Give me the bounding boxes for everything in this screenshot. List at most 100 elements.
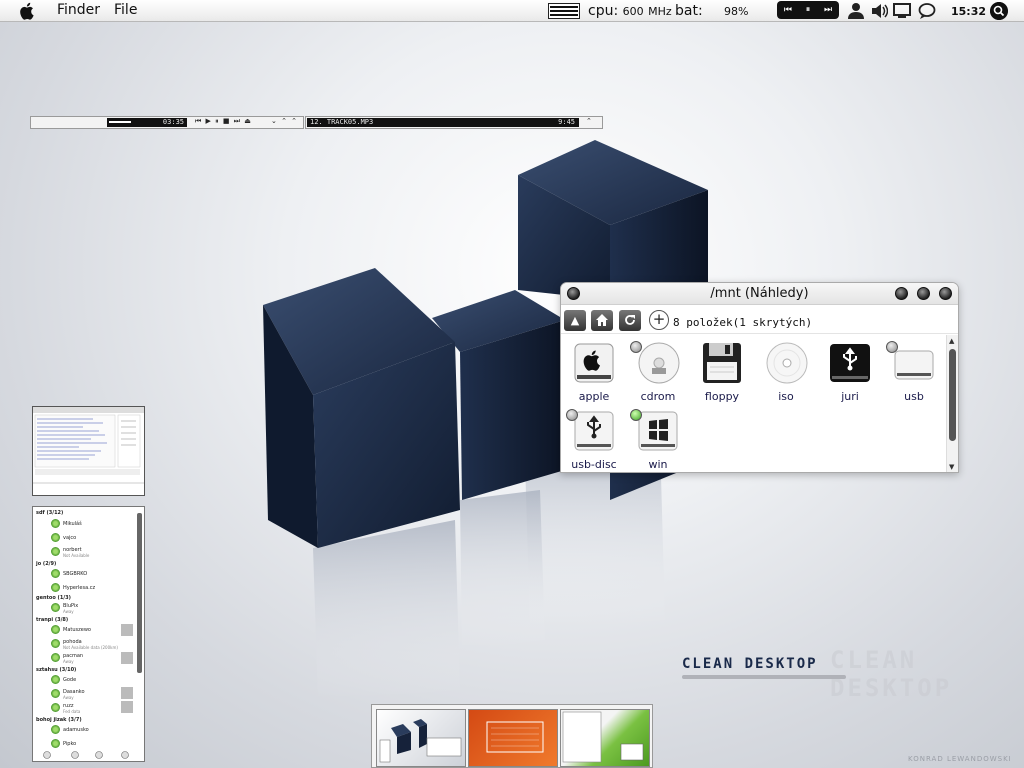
contact-name[interactable]: adamusko: [63, 727, 89, 733]
brand-watermark: CLEAN DESKTOP: [830, 646, 953, 702]
file-item-floppy[interactable]: floppy: [691, 339, 751, 405]
status-away-icon: [51, 703, 60, 712]
contact-name[interactable]: SBGBRKO: [63, 571, 87, 577]
workspace-3[interactable]: [560, 709, 650, 767]
contact-name[interactable]: Mikuláš: [63, 521, 82, 527]
group-header[interactable]: sztahsu (3/10): [36, 667, 76, 673]
group-header[interactable]: sdf (3/12): [36, 510, 63, 516]
reload-icon: [625, 315, 635, 325]
file-item-usb-disc[interactable]: usb-disc: [563, 407, 623, 472]
item-count: 8 položek(1 skrytých): [673, 316, 813, 329]
status-online-icon: [51, 547, 60, 556]
info-icon[interactable]: [71, 751, 79, 759]
file-label-floppy: floppy: [704, 390, 740, 403]
volume-icon[interactable]: [870, 2, 888, 20]
file-item-cdrom[interactable]: cdrom: [627, 339, 687, 405]
file-label-apple: apple: [578, 390, 610, 403]
clock[interactable]: 15:32: [951, 5, 986, 18]
player-controls[interactable]: ⏮ ▶ ⏸ ■ ⏭ ⏏: [195, 117, 252, 126]
file-label-usb-disc: usb-disc: [571, 458, 617, 471]
user-icon[interactable]: [847, 2, 865, 20]
cpu-unit: MHz: [648, 5, 672, 18]
file-grid: apple cdrom floppy iso juri usb usb-disc…: [561, 335, 946, 472]
status-online-icon: [51, 583, 60, 592]
contact-status: Away: [63, 659, 74, 664]
file-item-iso[interactable]: iso: [755, 339, 815, 405]
player-window-arrows[interactable]: ⌄ ⌃ ⌃: [271, 117, 298, 125]
player-time: 03:35: [162, 118, 184, 126]
add-button[interactable]: +: [649, 310, 669, 330]
status-online-icon: [51, 625, 60, 634]
file-label-usb: usb: [904, 390, 924, 403]
group-count: (3/12): [46, 510, 64, 516]
cpu-monitor: cpu: 600 MHz: [588, 3, 672, 19]
settings-icon[interactable]: [95, 751, 103, 759]
status-online-icon: [51, 739, 60, 748]
reload-button[interactable]: [619, 310, 641, 331]
close-button[interactable]: [939, 287, 952, 300]
workspace-1-preview: [379, 719, 462, 763]
workspace-2[interactable]: [468, 709, 558, 767]
status-away-icon: [51, 653, 60, 662]
pause-button[interactable]: ⏸: [806, 5, 811, 15]
next-track-button[interactable]: ⏭: [824, 5, 832, 15]
group-header[interactable]: bohoj jizak (3/7): [36, 717, 82, 723]
avatar: [121, 701, 133, 713]
contact-name[interactable]: vajco: [63, 535, 76, 541]
chat-icon[interactable]: [43, 751, 51, 759]
window-titlebar[interactable]: /mnt (Náhledy): [561, 283, 958, 305]
avatar: [121, 624, 133, 636]
contact-list-window: sdf (3/12) Mikuláš vajco norbert Not Ava…: [32, 506, 145, 762]
group-header[interactable]: gentoo (1/3): [36, 595, 71, 601]
editor-window-thumbnail[interactable]: [32, 406, 145, 496]
home-button[interactable]: [591, 310, 613, 331]
minimize-button[interactable]: [895, 287, 908, 300]
previous-track-button[interactable]: ⏮: [784, 5, 792, 15]
file-item-win[interactable]: win: [627, 407, 687, 472]
file-label-iso: iso: [778, 390, 794, 403]
file-item-apple[interactable]: apple: [563, 339, 623, 405]
mount-led-usb-disc: [566, 409, 578, 421]
scroll-down-arrow[interactable]: ▼: [949, 463, 954, 471]
chat-icon[interactable]: [918, 2, 936, 20]
menu-finder[interactable]: Finder: [57, 2, 100, 18]
status-online-icon: [51, 639, 60, 648]
apple-logo-icon[interactable]: [20, 2, 36, 20]
group-header[interactable]: jo (2/9): [36, 561, 56, 567]
contact-name[interactable]: Matuszewo: [63, 627, 91, 633]
up-button[interactable]: ▲: [564, 310, 586, 331]
menu-file[interactable]: File: [114, 2, 137, 18]
display-icon[interactable]: [893, 2, 911, 20]
file-item-usb[interactable]: usb: [883, 339, 943, 405]
media-controls: ⏮ ⏸ ⏭: [777, 1, 839, 19]
window-menu-button[interactable]: [567, 287, 580, 300]
status-online-icon: [51, 675, 60, 684]
contact-name[interactable]: Pipko: [63, 741, 76, 747]
scroll-thumb[interactable]: [949, 349, 956, 441]
status-away-icon: [51, 603, 60, 612]
scroll-up-arrow[interactable]: ▲: [949, 337, 954, 345]
workspace-1[interactable]: [376, 709, 466, 767]
player-visualizer: 03:35: [107, 118, 187, 127]
contact-name[interactable]: Hyperlesa.cz: [63, 585, 95, 591]
status-online-icon: [51, 725, 60, 734]
mount-led-usb: [886, 341, 898, 353]
contact-name[interactable]: Gode: [63, 677, 76, 683]
author-credit: KONRAD LEWANDOWSKI: [908, 755, 1012, 763]
player-expand-arrow[interactable]: ⌃: [586, 117, 593, 125]
maximize-button[interactable]: [917, 287, 930, 300]
file-item-juri[interactable]: juri: [819, 339, 879, 405]
status-online-icon: [51, 519, 60, 528]
status-icon[interactable]: [121, 751, 129, 759]
search-icon[interactable]: [990, 2, 1008, 20]
scrollbar[interactable]: ▲ ▼: [946, 335, 958, 472]
file-label-cdrom: cdrom: [640, 390, 676, 403]
contact-list-scrollbar[interactable]: [137, 513, 142, 673]
group-name: sdf: [36, 510, 45, 516]
contact-list-toolbar: [43, 751, 129, 759]
home-icon: [596, 314, 608, 326]
brand-underline: [682, 675, 846, 679]
status-online-icon: [51, 533, 60, 542]
group-header[interactable]: tranpi (3/8): [36, 617, 68, 623]
contact-status: Away: [63, 609, 74, 614]
